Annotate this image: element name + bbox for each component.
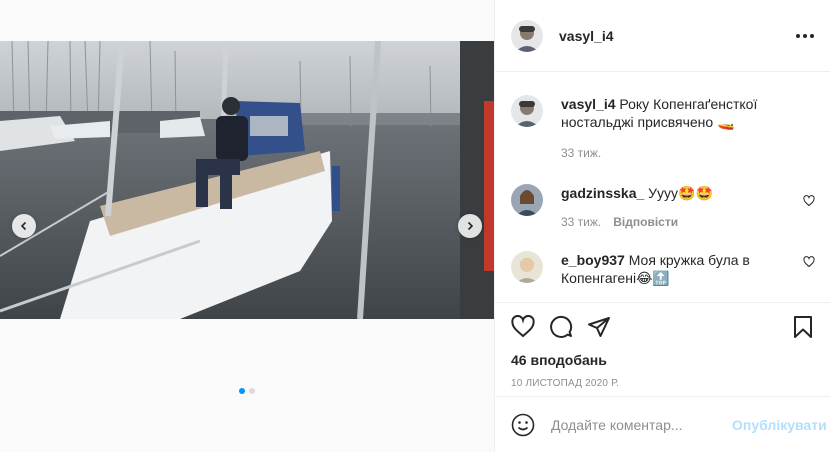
comment-button[interactable] bbox=[549, 315, 573, 339]
post-sidebar: vasyl_i4 vasyl_i4 Року Копенгаґенсткої н… bbox=[494, 0, 830, 452]
commenter-avatar[interactable] bbox=[511, 251, 543, 283]
comment-item: e_boy937 Моя кружка була в Копенгагені😂🔝 bbox=[511, 251, 815, 288]
commenter-avatar[interactable] bbox=[511, 184, 543, 216]
comment-emoji: 😂🔝 bbox=[636, 271, 670, 287]
comment-emoji: 🤩🤩 bbox=[678, 186, 713, 202]
comment-username[interactable]: e_boy937 bbox=[561, 252, 625, 268]
post-date[interactable]: 10 ЛИСТОПАД 2020 Р. bbox=[511, 378, 815, 389]
caption-avatar[interactable] bbox=[511, 95, 543, 127]
previous-photo-button[interactable] bbox=[12, 214, 36, 238]
emoji-picker-button[interactable] bbox=[511, 413, 535, 437]
comment-time[interactable]: 33 тиж. bbox=[561, 213, 601, 231]
heart-icon bbox=[803, 195, 815, 207]
share-icon bbox=[588, 317, 610, 337]
bookmark-icon bbox=[794, 316, 812, 338]
comment-like-button[interactable] bbox=[803, 255, 815, 271]
comment-item: gadzinsska_ Уууу🤩🤩 33 тиж. Відповісти bbox=[511, 184, 815, 231]
boat-photo bbox=[0, 41, 494, 319]
add-comment-bar: Опублікувати bbox=[495, 396, 830, 452]
likes-count[interactable]: 46 вподобань bbox=[511, 352, 815, 368]
smiley-icon bbox=[511, 413, 535, 436]
comment-like-button[interactable] bbox=[803, 194, 815, 210]
carousel-indicator bbox=[0, 388, 494, 394]
more-options-button[interactable] bbox=[796, 28, 814, 44]
comment-input[interactable] bbox=[551, 416, 732, 433]
heart-icon bbox=[803, 256, 815, 268]
comment-icon bbox=[550, 315, 573, 338]
caption: vasyl_i4 Року Копенгаґенсткої ностальджі… bbox=[511, 95, 815, 162]
chevron-right-icon bbox=[467, 221, 474, 231]
post-actions: 46 вподобань 10 ЛИСТОПАД 2020 Р. bbox=[495, 302, 830, 389]
like-button[interactable] bbox=[511, 315, 535, 339]
chevron-left-icon bbox=[20, 221, 27, 231]
post-header: vasyl_i4 bbox=[495, 0, 830, 72]
caption-time[interactable]: 33 тиж. bbox=[561, 144, 601, 162]
more-options-icon bbox=[796, 33, 800, 38]
post-photo bbox=[0, 41, 494, 319]
comments-list: vasyl_i4 Року Копенгаґенсткої ностальджі… bbox=[495, 73, 830, 301]
action-icons bbox=[511, 303, 815, 351]
post-comment-button[interactable]: Опублікувати bbox=[732, 417, 827, 433]
next-photo-button[interactable] bbox=[458, 214, 482, 238]
reply-button[interactable]: Відповісти bbox=[613, 213, 678, 231]
comment-text: Уууу bbox=[648, 185, 679, 201]
caption-emoji: 🚤 bbox=[717, 115, 735, 131]
comment-username[interactable]: gadzinsska_ bbox=[561, 185, 644, 201]
heart-icon bbox=[511, 315, 535, 338]
share-button[interactable] bbox=[587, 315, 611, 339]
post-media bbox=[0, 0, 494, 452]
caption-username[interactable]: vasyl_i4 bbox=[561, 96, 616, 112]
save-button[interactable] bbox=[791, 315, 815, 339]
carousel-dot-active bbox=[239, 388, 245, 394]
post-modal: vasyl_i4 vasyl_i4 Року Копенгаґенсткої н… bbox=[0, 0, 830, 452]
carousel-dot bbox=[249, 388, 255, 394]
author-avatar[interactable] bbox=[511, 19, 543, 52]
author-username[interactable]: vasyl_i4 bbox=[559, 28, 614, 44]
